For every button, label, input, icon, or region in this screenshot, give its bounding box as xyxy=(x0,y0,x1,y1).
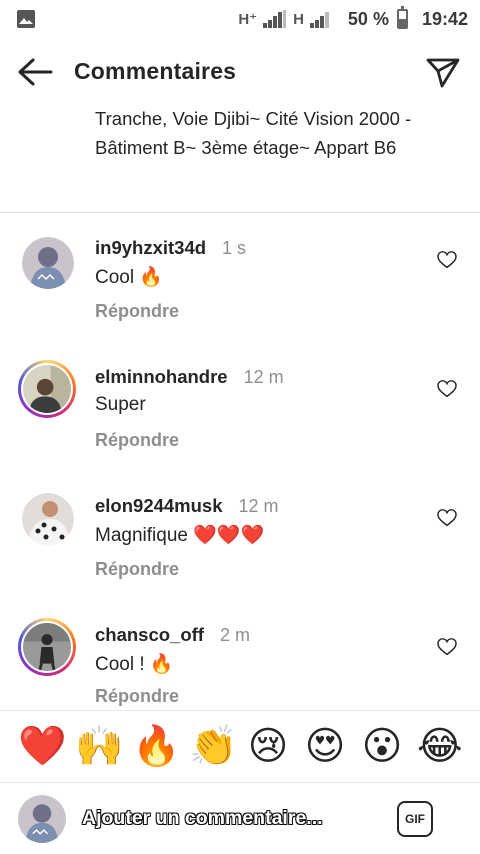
signal-icon-1 xyxy=(263,10,287,28)
comment-username[interactable]: chansco_off 2 m xyxy=(95,624,250,646)
comment-text: Cool 🔥 xyxy=(95,267,164,288)
network-type-2: H xyxy=(293,10,304,28)
like-heart-icon[interactable] xyxy=(437,509,457,527)
username-text[interactable]: in9yhzxit34d xyxy=(95,237,206,258)
divider xyxy=(0,212,480,213)
back-arrow-icon[interactable] xyxy=(16,56,54,88)
comment-input-bar: Ajouter un commentaire... GIF xyxy=(0,782,480,854)
like-heart-icon[interactable] xyxy=(437,251,457,269)
gif-button[interactable]: GIF xyxy=(397,801,433,837)
avatar[interactable] xyxy=(22,237,74,289)
avatar-image xyxy=(23,365,71,413)
comment-time: 1 s xyxy=(222,238,247,258)
emoji-raising-hands[interactable]: 🙌 xyxy=(75,727,124,766)
header: Commentaires xyxy=(0,44,480,100)
comment-item: elon9244musk 12 m Magnifique ❤️❤️❤️ Répon… xyxy=(0,480,480,608)
current-user-avatar xyxy=(18,795,66,843)
emoji-laughing[interactable]: 😂 xyxy=(417,727,463,766)
battery-percent: 50 % xyxy=(347,8,389,29)
username-text[interactable]: chansco_off xyxy=(95,624,204,645)
reply-button[interactable]: Répondre xyxy=(95,430,179,451)
comment-item: elminnohandre 12 m Super Répondre xyxy=(0,351,480,479)
reply-button[interactable]: Répondre xyxy=(95,686,179,707)
comment-username[interactable]: in9yhzxit34d 1 s xyxy=(95,237,246,259)
username-text[interactable]: elon9244musk xyxy=(95,495,223,516)
send-icon[interactable] xyxy=(424,54,462,90)
comment-item: in9yhzxit34d 1 s Cool 🔥 Répondre xyxy=(0,222,480,350)
status-bar: H⁺ H 50 % 19:42 xyxy=(0,0,480,38)
comment-time: 2 m xyxy=(219,625,250,645)
emoji-surprised[interactable]: 😮 xyxy=(360,727,404,766)
emoji-clapping[interactable]: 👏 xyxy=(189,727,238,766)
avatar[interactable] xyxy=(22,493,74,545)
avatar-with-story-ring[interactable] xyxy=(18,360,76,418)
gallery-notification-icon xyxy=(17,10,35,28)
avatar-image xyxy=(23,623,71,672)
status-indicators: H⁺ H 50 % 19:42 xyxy=(238,6,468,30)
emoji-reaction-bar: ❤️ 🙌 🔥 👏 😢 😍 😮 😂 xyxy=(0,710,480,782)
avatar-image xyxy=(22,493,74,545)
comment-item: chansco_off 2 m Cool ! 🔥 Répondre xyxy=(0,609,480,709)
signal-icon-2 xyxy=(309,12,329,28)
avatar-image xyxy=(18,795,66,843)
page-title: Commentaires xyxy=(74,58,237,84)
emoji-heart-eyes[interactable]: 😍 xyxy=(303,727,347,766)
comment-time: 12 m xyxy=(243,367,284,387)
comment-username[interactable]: elon9244musk 12 m xyxy=(95,495,279,517)
emoji-fire[interactable]: 🔥 xyxy=(132,727,181,766)
comment-text: Magnifique ❤️❤️❤️ xyxy=(95,525,265,546)
like-heart-icon[interactable] xyxy=(437,380,457,398)
avatar-with-story-ring[interactable] xyxy=(18,618,76,676)
reply-button[interactable]: Répondre xyxy=(95,301,179,322)
comment-input[interactable]: Ajouter un commentaire... xyxy=(82,807,372,830)
emoji-crying[interactable]: 😢 xyxy=(246,727,290,766)
network-type-1: H⁺ xyxy=(238,11,258,28)
username-text[interactable]: elminnohandre xyxy=(95,366,228,387)
comment-text: Super xyxy=(95,394,146,415)
clock: 19:42 xyxy=(421,8,468,29)
comment-username[interactable]: elminnohandre 12 m xyxy=(95,366,284,388)
post-caption: Tranche, Voie Djibi~ Cité Vision 2000 - … xyxy=(95,108,412,158)
like-heart-icon[interactable] xyxy=(437,638,457,656)
comment-text: Cool ! 🔥 xyxy=(95,654,174,675)
emoji-heart[interactable]: ❤️ xyxy=(18,727,67,766)
comment-time: 12 m xyxy=(238,496,279,516)
reply-button[interactable]: Répondre xyxy=(95,559,179,580)
battery-icon xyxy=(396,6,408,29)
avatar-image xyxy=(22,237,74,289)
